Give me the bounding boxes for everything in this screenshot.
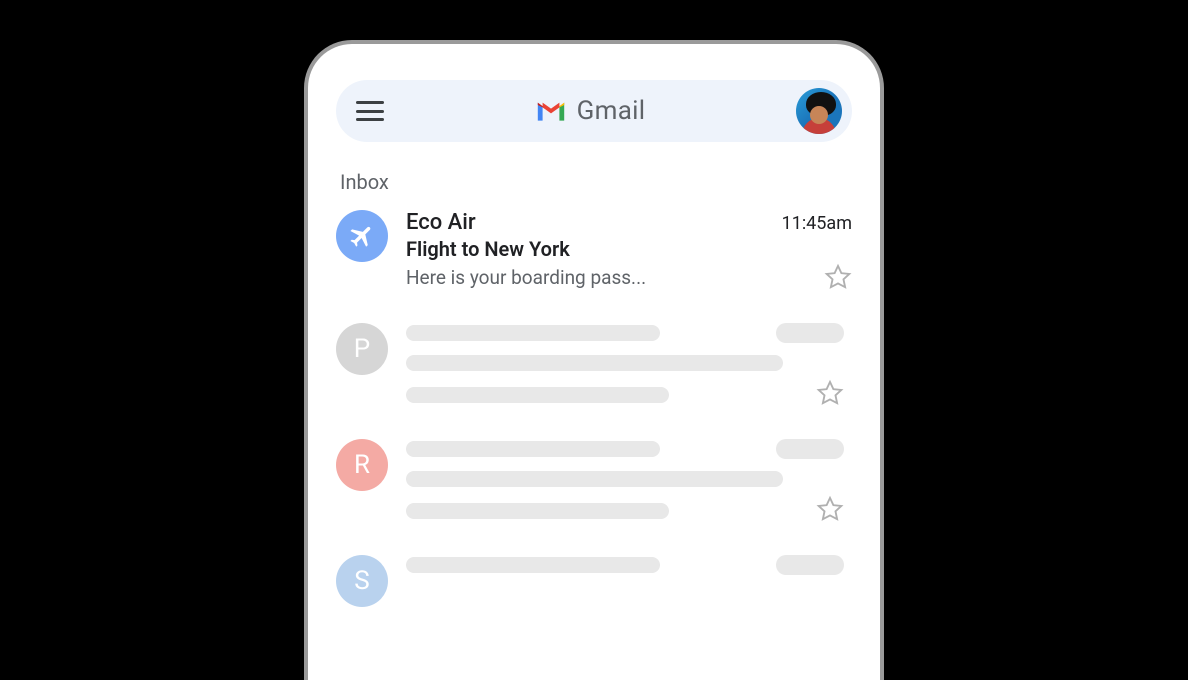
sender-initial: R xyxy=(354,450,370,480)
star-icon[interactable] xyxy=(824,263,852,291)
airplane-icon xyxy=(348,222,376,250)
sender-name: Eco Air xyxy=(406,210,476,235)
section-label: Inbox xyxy=(336,170,852,194)
search-bar[interactable]: Gmail xyxy=(336,80,852,142)
email-row[interactable]: S xyxy=(336,539,852,623)
avatar[interactable] xyxy=(796,88,842,134)
email-placeholder xyxy=(406,323,852,407)
menu-icon[interactable] xyxy=(356,101,384,121)
star-icon[interactable] xyxy=(816,379,844,407)
email-time: 11:45am xyxy=(782,213,852,234)
email-subject: Flight to New York xyxy=(406,237,852,261)
email-placeholder xyxy=(406,555,852,575)
sender-badge[interactable]: P xyxy=(336,323,388,375)
email-placeholder xyxy=(406,439,852,523)
gmail-logo-icon xyxy=(535,99,567,123)
sender-badge[interactable]: R xyxy=(336,439,388,491)
email-row[interactable]: P xyxy=(336,307,852,423)
sender-initial: P xyxy=(354,334,370,364)
sender-initial: S xyxy=(354,566,369,596)
sender-badge[interactable] xyxy=(336,210,388,262)
brand: Gmail xyxy=(398,96,782,126)
email-row[interactable]: R xyxy=(336,423,852,539)
brand-name: Gmail xyxy=(577,96,646,126)
email-snippet: Here is your boarding pass... xyxy=(406,266,646,289)
phone-frame: Gmail Inbox Eco Air 11:45am Flight to Ne… xyxy=(304,40,884,680)
email-row[interactable]: Eco Air 11:45am Flight to New York Here … xyxy=(336,194,852,307)
star-icon[interactable] xyxy=(816,495,844,523)
sender-badge[interactable]: S xyxy=(336,555,388,607)
email-content: Eco Air 11:45am Flight to New York Here … xyxy=(406,210,852,291)
